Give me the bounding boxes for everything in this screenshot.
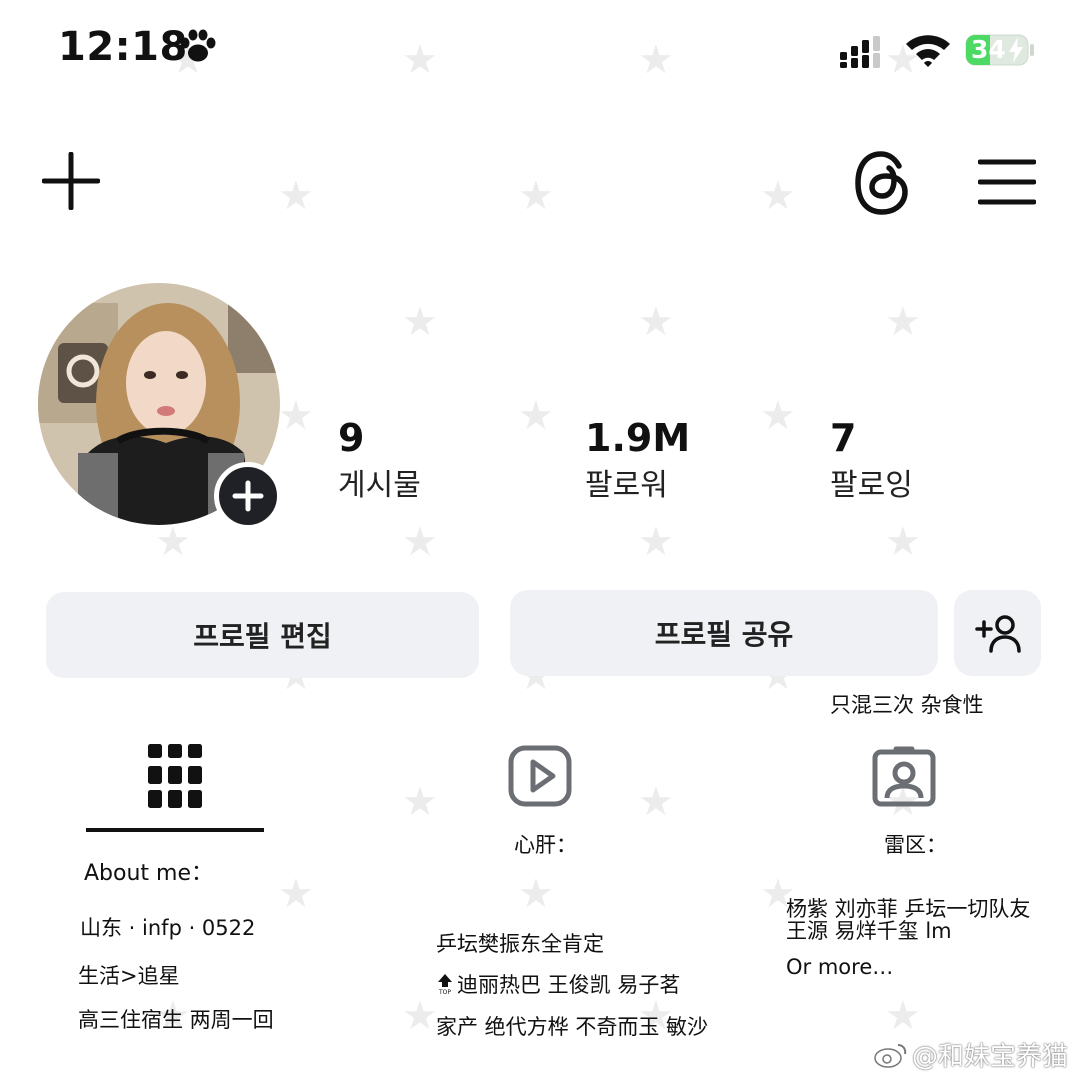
paw-icon xyxy=(180,29,216,62)
avoid-title: 雷区： xyxy=(884,833,947,857)
share-profile-button[interactable]: 프로필 공유 xyxy=(510,590,938,676)
followers-count: 1.9M xyxy=(585,416,691,460)
favorites-line-2: 迪丽热巴 王俊凯 易子茗 xyxy=(457,973,681,997)
watermark: @和妹宝养猫 xyxy=(874,1036,1068,1073)
signal-icon xyxy=(840,36,880,68)
followers-label: 팔로워 xyxy=(585,468,668,503)
stat-followers[interactable]: 1.9M 팔로워 xyxy=(585,416,690,504)
bolt-icon xyxy=(1009,37,1023,63)
favorites-line-2-row: TOP 迪丽热巴 王俊凯 易子茗 xyxy=(436,969,680,999)
battery-level: 34 xyxy=(971,35,1006,64)
plus-icon[interactable] xyxy=(42,152,100,210)
threads-icon[interactable] xyxy=(852,150,914,216)
favorites-title: 心肝： xyxy=(514,833,577,857)
weibo-icon xyxy=(874,1043,907,1068)
add-story-button[interactable] xyxy=(214,462,282,530)
about-line-3: 高三住宿生 两周一回 xyxy=(78,1008,274,1032)
svg-text:TOP: TOP xyxy=(438,989,451,995)
tagline-text: 只混三次 杂食性 xyxy=(830,693,984,717)
avoid-line-3: Or more… xyxy=(786,955,894,979)
following-count: 7 xyxy=(830,416,857,460)
add-person-icon xyxy=(974,615,1021,653)
wifi-icon xyxy=(906,35,950,67)
edit-profile-button[interactable]: 프로필 편집 xyxy=(46,592,479,678)
about-me-title: About me： xyxy=(84,861,214,886)
status-time: 12:18 xyxy=(58,24,188,70)
posts-count: 9 xyxy=(338,416,365,460)
battery-icon: 34 xyxy=(965,34,1035,66)
menu-icon[interactable] xyxy=(978,158,1036,206)
avoid-line-2: 王源 易烊千玺 lm xyxy=(786,919,952,943)
active-tab-indicator xyxy=(86,828,264,832)
top-icon: TOP xyxy=(438,974,452,995)
posts-label: 게시물 xyxy=(338,468,421,503)
about-line-1: 山东 · infp · 0522 xyxy=(80,916,256,940)
reels-icon[interactable] xyxy=(508,745,572,807)
watermark-text: @和妹宝养猫 xyxy=(911,1042,1068,1072)
plus-icon xyxy=(232,480,264,512)
favorites-line-1: 乒坛樊振东全肯定 xyxy=(436,932,604,956)
favorites-line-3: 家产 绝代方桦 不奇而玉 敏沙 xyxy=(436,1015,709,1039)
grid-icon[interactable] xyxy=(148,744,202,808)
following-label: 팔로잉 xyxy=(830,468,913,503)
about-line-2: 生活>追星 xyxy=(78,964,180,988)
add-person-button[interactable] xyxy=(954,590,1041,676)
stat-following[interactable]: 7 팔로잉 xyxy=(830,416,913,504)
tagged-icon[interactable] xyxy=(872,746,936,808)
stat-posts[interactable]: 9 게시물 xyxy=(338,416,421,504)
